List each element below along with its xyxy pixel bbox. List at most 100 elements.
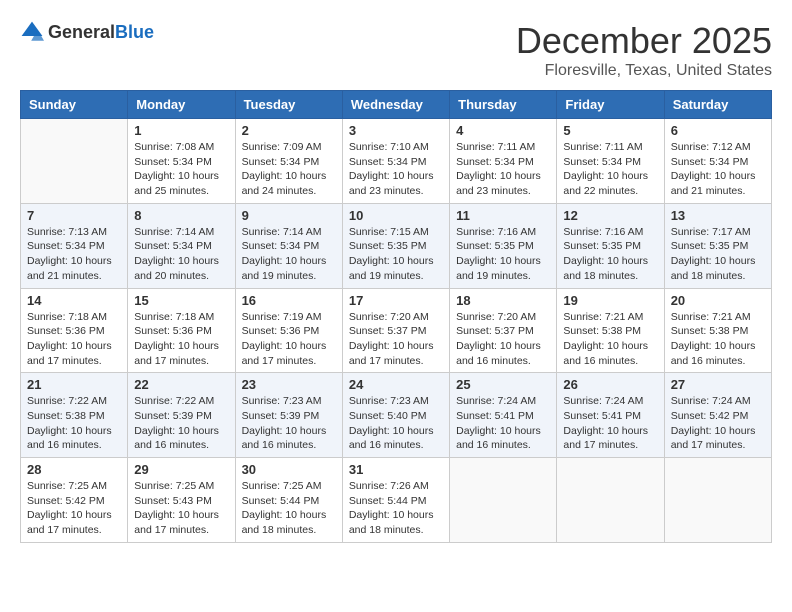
- calendar-cell: 6Sunrise: 7:12 AM Sunset: 5:34 PM Daylig…: [664, 119, 771, 204]
- day-number: 1: [134, 123, 228, 138]
- calendar-cell: [21, 119, 128, 204]
- calendar-cell: [450, 458, 557, 543]
- day-info: Sunrise: 7:11 AM Sunset: 5:34 PM Dayligh…: [563, 140, 657, 199]
- day-info: Sunrise: 7:26 AM Sunset: 5:44 PM Dayligh…: [349, 479, 443, 538]
- day-number: 16: [242, 293, 336, 308]
- day-info: Sunrise: 7:22 AM Sunset: 5:39 PM Dayligh…: [134, 394, 228, 453]
- day-info: Sunrise: 7:14 AM Sunset: 5:34 PM Dayligh…: [242, 225, 336, 284]
- day-number: 2: [242, 123, 336, 138]
- day-number: 10: [349, 208, 443, 223]
- day-number: 23: [242, 377, 336, 392]
- day-info: Sunrise: 7:21 AM Sunset: 5:38 PM Dayligh…: [563, 310, 657, 369]
- calendar-cell: 27 Sunrise: 7:24 AM Sunset: 5:42 PM Dayli…: [664, 373, 771, 458]
- calendar-cell: [557, 458, 664, 543]
- calendar-cell: 4 Sunrise: 7:11 AM Sunset: 5:34 PM Daylig…: [450, 119, 557, 204]
- day-info: Sunrise: 7:25 AM Sunset: 5:44 PM Dayligh…: [242, 479, 336, 538]
- calendar-body: 1 Sunrise: 7:08 AM Sunset: 5:34 PM Daylig…: [21, 119, 772, 543]
- day-number: 14: [27, 293, 121, 308]
- day-number: 31: [349, 462, 443, 477]
- calendar-cell: 3 Sunrise: 7:10 AM Sunset: 5:34 PM Daylig…: [342, 119, 449, 204]
- day-info: Sunrise: 7:25 AM Sunset: 5:42 PM Dayligh…: [27, 479, 121, 538]
- day-info: Sunrise: 7:18 AM Sunset: 5:36 PM Dayligh…: [27, 310, 121, 369]
- day-number: 13: [671, 208, 765, 223]
- day-number: 7: [27, 208, 121, 223]
- day-info: Sunrise: 7:11 AM Sunset: 5:34 PM Dayligh…: [456, 140, 550, 199]
- calendar-cell: 23 Sunrise: 7:23 AM Sunset: 5:39 PM Dayli…: [235, 373, 342, 458]
- calendar-row: 7Sunrise: 7:13 AM Sunset: 5:34 PM Daylig…: [21, 203, 772, 288]
- title-section: December 2025 Floresville, Texas, United…: [516, 20, 772, 80]
- calendar-cell: 14 Sunrise: 7:18 AM Sunset: 5:36 PM Dayli…: [21, 288, 128, 373]
- calendar-cell: 8Sunrise: 7:14 AM Sunset: 5:34 PM Daylig…: [128, 203, 235, 288]
- day-info: Sunrise: 7:16 AM Sunset: 5:35 PM Dayligh…: [456, 225, 550, 284]
- day-number: 24: [349, 377, 443, 392]
- day-number: 12: [563, 208, 657, 223]
- day-info: Sunrise: 7:14 AM Sunset: 5:34 PM Dayligh…: [134, 225, 228, 284]
- calendar-cell: 28Sunrise: 7:25 AM Sunset: 5:42 PM Dayli…: [21, 458, 128, 543]
- day-info: Sunrise: 7:15 AM Sunset: 5:35 PM Dayligh…: [349, 225, 443, 284]
- day-number: 29: [134, 462, 228, 477]
- day-info: Sunrise: 7:09 AM Sunset: 5:34 PM Dayligh…: [242, 140, 336, 199]
- logo: GeneralBlue: [20, 20, 154, 44]
- calendar-cell: 24 Sunrise: 7:23 AM Sunset: 5:40 PM Dayli…: [342, 373, 449, 458]
- calendar-cell: 25 Sunrise: 7:24 AM Sunset: 5:41 PM Dayli…: [450, 373, 557, 458]
- day-info: Sunrise: 7:18 AM Sunset: 5:36 PM Dayligh…: [134, 310, 228, 369]
- day-number: 20: [671, 293, 765, 308]
- day-info: Sunrise: 7:23 AM Sunset: 5:39 PM Dayligh…: [242, 394, 336, 453]
- day-info: Sunrise: 7:20 AM Sunset: 5:37 PM Dayligh…: [456, 310, 550, 369]
- day-info: Sunrise: 7:22 AM Sunset: 5:38 PM Dayligh…: [27, 394, 121, 453]
- calendar-cell: 2 Sunrise: 7:09 AM Sunset: 5:34 PM Daylig…: [235, 119, 342, 204]
- calendar-cell: 5Sunrise: 7:11 AM Sunset: 5:34 PM Daylig…: [557, 119, 664, 204]
- day-info: Sunrise: 7:08 AM Sunset: 5:34 PM Dayligh…: [134, 140, 228, 199]
- calendar-header: SundayMondayTuesdayWednesdayThursdayFrid…: [21, 91, 772, 119]
- calendar-cell: 11Sunrise: 7:16 AM Sunset: 5:35 PM Dayli…: [450, 203, 557, 288]
- day-info: Sunrise: 7:24 AM Sunset: 5:41 PM Dayligh…: [456, 394, 550, 453]
- day-number: 19: [563, 293, 657, 308]
- calendar-cell: 15 Sunrise: 7:18 AM Sunset: 5:36 PM Dayli…: [128, 288, 235, 373]
- day-number: 3: [349, 123, 443, 138]
- day-number: 21: [27, 377, 121, 392]
- weekday-header: Tuesday: [235, 91, 342, 119]
- calendar-cell: 16 Sunrise: 7:19 AM Sunset: 5:36 PM Dayli…: [235, 288, 342, 373]
- calendar-cell: 18 Sunrise: 7:20 AM Sunset: 5:37 PM Dayli…: [450, 288, 557, 373]
- day-number: 9: [242, 208, 336, 223]
- weekday-header: Sunday: [21, 91, 128, 119]
- logo-blue: Blue: [115, 22, 154, 42]
- day-info: Sunrise: 7:16 AM Sunset: 5:35 PM Dayligh…: [563, 225, 657, 284]
- weekday-header: Wednesday: [342, 91, 449, 119]
- calendar-cell: 30Sunrise: 7:25 AM Sunset: 5:44 PM Dayli…: [235, 458, 342, 543]
- calendar-cell: 17Sunrise: 7:20 AM Sunset: 5:37 PM Dayli…: [342, 288, 449, 373]
- location-title: Floresville, Texas, United States: [516, 62, 772, 80]
- day-info: Sunrise: 7:21 AM Sunset: 5:38 PM Dayligh…: [671, 310, 765, 369]
- calendar-row: 14 Sunrise: 7:18 AM Sunset: 5:36 PM Dayli…: [21, 288, 772, 373]
- page-header: GeneralBlue December 2025 Floresville, T…: [20, 20, 772, 80]
- day-info: Sunrise: 7:23 AM Sunset: 5:40 PM Dayligh…: [349, 394, 443, 453]
- day-info: Sunrise: 7:20 AM Sunset: 5:37 PM Dayligh…: [349, 310, 443, 369]
- day-info: Sunrise: 7:24 AM Sunset: 5:42 PM Dayligh…: [671, 394, 765, 453]
- day-number: 6: [671, 123, 765, 138]
- calendar-cell: [664, 458, 771, 543]
- weekday-header: Friday: [557, 91, 664, 119]
- day-info: Sunrise: 7:17 AM Sunset: 5:35 PM Dayligh…: [671, 225, 765, 284]
- calendar-row: 28Sunrise: 7:25 AM Sunset: 5:42 PM Dayli…: [21, 458, 772, 543]
- calendar-cell: 1 Sunrise: 7:08 AM Sunset: 5:34 PM Daylig…: [128, 119, 235, 204]
- calendar-cell: 19 Sunrise: 7:21 AM Sunset: 5:38 PM Dayli…: [557, 288, 664, 373]
- day-number: 25: [456, 377, 550, 392]
- day-number: 26: [563, 377, 657, 392]
- weekday-header: Monday: [128, 91, 235, 119]
- logo-icon: [20, 20, 44, 44]
- calendar-cell: 21 Sunrise: 7:22 AM Sunset: 5:38 PM Dayli…: [21, 373, 128, 458]
- month-title: December 2025: [516, 20, 772, 62]
- calendar-cell: 22Sunrise: 7:22 AM Sunset: 5:39 PM Dayli…: [128, 373, 235, 458]
- day-number: 4: [456, 123, 550, 138]
- calendar-cell: 7Sunrise: 7:13 AM Sunset: 5:34 PM Daylig…: [21, 203, 128, 288]
- day-info: Sunrise: 7:24 AM Sunset: 5:41 PM Dayligh…: [563, 394, 657, 453]
- day-number: 27: [671, 377, 765, 392]
- day-number: 15: [134, 293, 228, 308]
- logo-text: GeneralBlue: [48, 22, 154, 43]
- day-number: 18: [456, 293, 550, 308]
- day-info: Sunrise: 7:10 AM Sunset: 5:34 PM Dayligh…: [349, 140, 443, 199]
- calendar-cell: 13 Sunrise: 7:17 AM Sunset: 5:35 PM Dayli…: [664, 203, 771, 288]
- day-info: Sunrise: 7:19 AM Sunset: 5:36 PM Dayligh…: [242, 310, 336, 369]
- calendar-row: 1 Sunrise: 7:08 AM Sunset: 5:34 PM Daylig…: [21, 119, 772, 204]
- weekday-header: Thursday: [450, 91, 557, 119]
